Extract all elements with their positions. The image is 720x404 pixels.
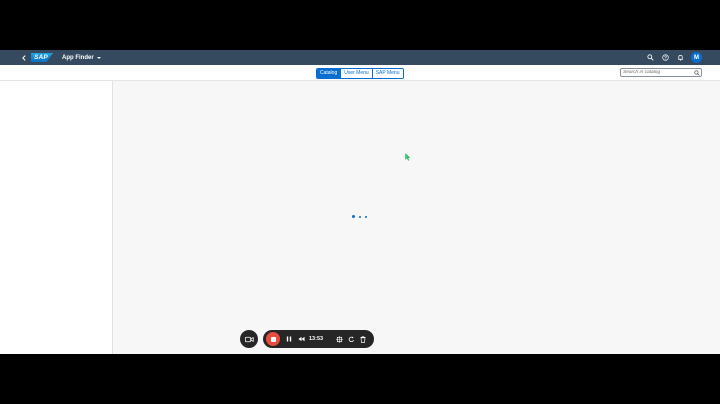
- help-icon: [662, 54, 669, 61]
- help-button[interactable]: [661, 53, 670, 62]
- camera-icon: [244, 336, 254, 342]
- stop-recording-button[interactable]: [266, 332, 280, 346]
- shell-bar: SAP App Finder M: [0, 50, 720, 65]
- restart-button[interactable]: [346, 334, 356, 344]
- delete-recording-button[interactable]: [358, 334, 368, 344]
- trash-icon: [360, 335, 366, 343]
- busy-dot: [359, 215, 361, 218]
- pause-icon: [286, 336, 292, 342]
- user-avatar[interactable]: M: [691, 52, 702, 63]
- bell-icon: [678, 55, 683, 61]
- catalog-search-input[interactable]: [623, 69, 691, 76]
- sap-logo[interactable]: SAP: [31, 53, 53, 62]
- tab-catalog[interactable]: Catalog: [317, 69, 341, 78]
- chevron-down-icon: [96, 56, 101, 59]
- stop-icon: [270, 336, 276, 342]
- busy-indicator: [352, 215, 367, 218]
- logo-text: SAP: [34, 54, 48, 61]
- view-switch: Catalog User Menu SAP Menu: [316, 68, 404, 79]
- app-title-menu[interactable]: App Finder: [62, 52, 101, 63]
- pause-button[interactable]: [284, 334, 294, 344]
- camera-toggle[interactable]: [240, 330, 258, 348]
- catalog-side-panel: [0, 81, 113, 354]
- search-button[interactable]: [646, 53, 655, 62]
- back-button[interactable]: [19, 53, 28, 62]
- recording-timer: 13:53: [309, 336, 324, 342]
- busy-dot: [365, 215, 367, 218]
- search-icon[interactable]: [694, 69, 700, 76]
- app-title: App Finder: [62, 54, 94, 61]
- sub-header: Catalog User Menu SAP Menu: [0, 65, 720, 81]
- rewind-icon: [297, 336, 305, 342]
- busy-dot: [352, 215, 355, 218]
- cursor-icon: [405, 153, 411, 161]
- recording-controls: 13:53: [263, 330, 374, 348]
- tab-user-menu[interactable]: User Menu: [340, 69, 372, 78]
- rewind-button[interactable]: [296, 334, 306, 344]
- search-icon: [647, 54, 654, 61]
- back-icon: [21, 54, 26, 61]
- catalog-search-field[interactable]: [620, 68, 702, 77]
- tab-sap-menu[interactable]: SAP Menu: [371, 69, 403, 78]
- restart-icon: [348, 335, 354, 342]
- notifications-button[interactable]: [676, 53, 685, 62]
- focus-button[interactable]: [334, 334, 344, 344]
- browser-viewport: SAP App Finder M Catalog User Menu SAP M…: [0, 50, 720, 354]
- crosshair-icon: [335, 335, 343, 343]
